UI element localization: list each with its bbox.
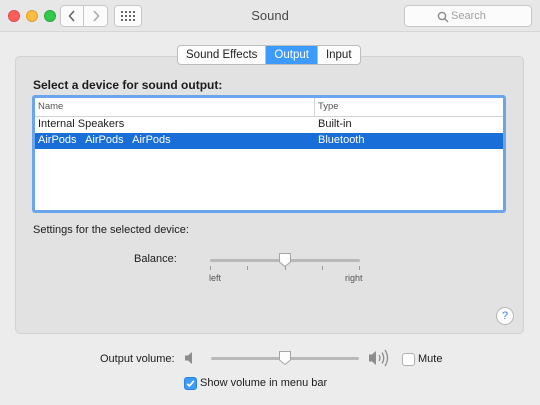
mute-checkbox[interactable] bbox=[402, 353, 415, 366]
speaker-high-icon bbox=[369, 349, 389, 367]
output-volume-slider[interactable] bbox=[211, 350, 359, 366]
column-header-name[interactable]: Name bbox=[38, 101, 63, 112]
column-divider bbox=[314, 98, 315, 116]
tab-input[interactable]: Input bbox=[318, 46, 360, 64]
balance-slider[interactable] bbox=[210, 252, 360, 270]
table-row[interactable]: Internal Speakers Built-in bbox=[35, 117, 503, 133]
device-type: Built-in bbox=[318, 118, 352, 130]
balance-label: Balance: bbox=[134, 253, 177, 265]
search-placeholder: Search bbox=[451, 10, 486, 22]
show-volume-menubar-checkbox[interactable] bbox=[184, 377, 197, 390]
tick-mark bbox=[322, 266, 323, 270]
mute-label[interactable]: Mute bbox=[418, 353, 442, 365]
tab-bar: Sound Effects Output Input bbox=[177, 45, 361, 65]
volume-slider-knob[interactable] bbox=[278, 350, 292, 366]
help-button[interactable]: ? bbox=[496, 307, 514, 325]
tab-sound-effects[interactable]: Sound Effects bbox=[178, 46, 267, 64]
balance-right-label: right bbox=[345, 273, 363, 283]
search-field[interactable]: Search bbox=[404, 5, 532, 27]
device-type: Bluetooth bbox=[318, 134, 365, 146]
output-volume-label: Output volume: bbox=[100, 353, 175, 365]
table-row-selected[interactable]: AirPods AirPods AirPods Bluetooth bbox=[35, 133, 503, 149]
device-name: AirPods AirPods AirPods bbox=[38, 134, 171, 146]
speaker-low-icon bbox=[185, 352, 192, 364]
table-header: Name Type bbox=[35, 98, 503, 117]
tab-output[interactable]: Output bbox=[266, 46, 318, 64]
device-table[interactable]: Name Type Internal Speakers Built-in Air… bbox=[32, 95, 506, 213]
device-name: Internal Speakers bbox=[38, 118, 125, 130]
search-icon bbox=[437, 11, 449, 23]
tick-mark bbox=[247, 266, 248, 270]
balance-slider-knob[interactable] bbox=[278, 252, 292, 268]
select-device-label: Select a device for sound output: bbox=[33, 78, 223, 92]
tick-mark bbox=[359, 266, 360, 270]
balance-left-label: left bbox=[209, 273, 222, 283]
tick-mark bbox=[210, 266, 211, 270]
checkmark-icon bbox=[186, 380, 195, 388]
show-volume-menubar-label[interactable]: Show volume in menu bar bbox=[200, 377, 327, 389]
settings-label: Settings for the selected device: bbox=[33, 224, 189, 236]
column-header-type[interactable]: Type bbox=[318, 101, 339, 112]
